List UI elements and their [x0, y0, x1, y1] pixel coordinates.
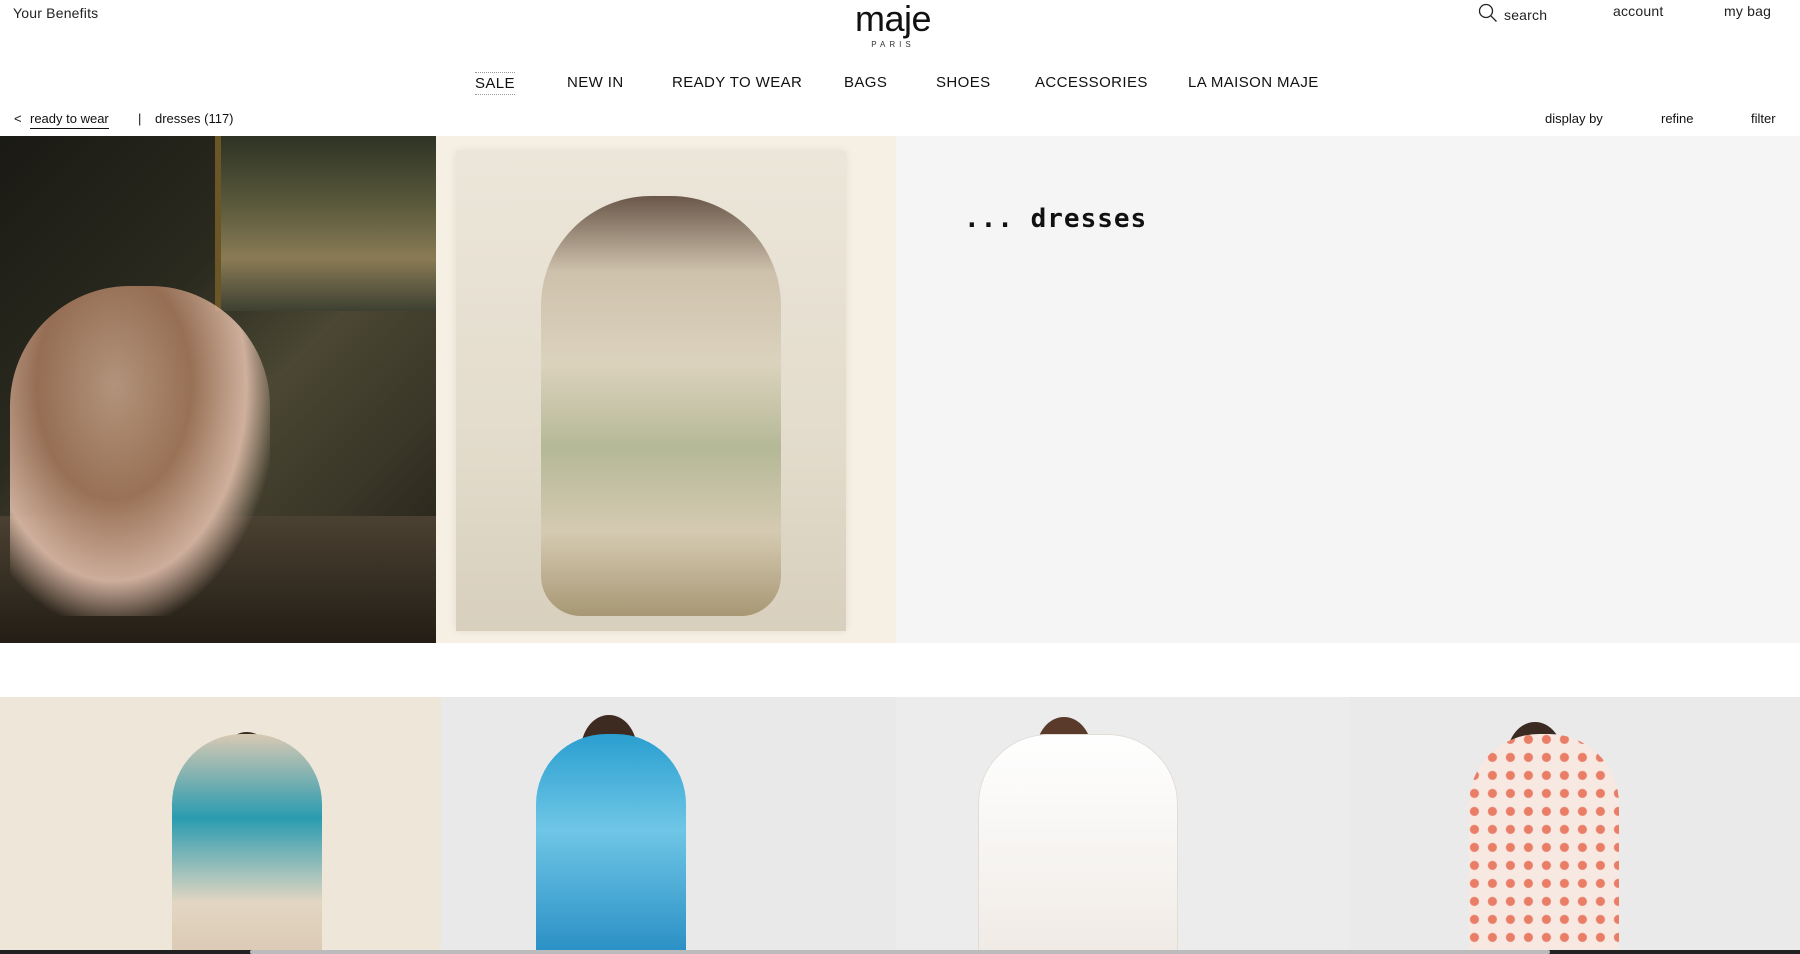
hero-seated-figure: [541, 196, 781, 616]
hero-photo-frame: [456, 151, 846, 631]
breadcrumb-back-icon[interactable]: <: [14, 111, 22, 126]
logo-subtitle: PARIS: [871, 40, 915, 49]
nav-accessories[interactable]: ACCESSORIES: [1035, 74, 1148, 91]
product-image: [978, 734, 1178, 954]
nav-shoes[interactable]: SHOES: [936, 74, 991, 91]
account-link[interactable]: account: [1613, 3, 1663, 19]
page-title: ... dresses: [964, 204, 1148, 234]
product-card[interactable]: [441, 697, 896, 954]
breadcrumb-current: dresses (117): [155, 111, 234, 126]
hero-painting: [215, 136, 436, 311]
breadcrumb-ready-to-wear[interactable]: ready to wear: [30, 111, 109, 129]
hero-text-panel: ... dresses: [896, 136, 1800, 643]
nav-ready-to-wear[interactable]: READY TO WEAR: [672, 74, 802, 91]
search-icon: [1478, 3, 1498, 26]
my-bag-link[interactable]: my bag: [1724, 3, 1771, 19]
search-label: search: [1504, 6, 1548, 23]
display-by-button[interactable]: display by: [1545, 111, 1603, 126]
nav-sale[interactable]: SALE: [475, 72, 515, 95]
refine-button[interactable]: refine: [1661, 111, 1694, 126]
breadcrumb-separator: |: [138, 111, 142, 126]
nav-la-maison-maje[interactable]: LA MAISON MAJE: [1188, 74, 1319, 91]
nav-bags[interactable]: BAGS: [844, 74, 887, 91]
product-image: [172, 734, 322, 954]
nav-new-in[interactable]: NEW IN: [567, 74, 624, 91]
hero-model-figure: [10, 286, 270, 616]
filter-button[interactable]: filter: [1751, 111, 1776, 126]
product-image: [1469, 734, 1619, 954]
horizontal-scrollbar[interactable]: [0, 950, 1800, 954]
product-image: [536, 734, 686, 954]
search-button[interactable]: search: [1478, 3, 1547, 26]
scrollbar-thumb[interactable]: [250, 950, 1550, 954]
product-card[interactable]: [0, 697, 441, 954]
hero-image-model-seated[interactable]: [436, 136, 896, 643]
product-card[interactable]: [896, 697, 1349, 954]
product-card[interactable]: [1349, 697, 1800, 954]
hero-image-model-leaning[interactable]: [0, 136, 436, 643]
